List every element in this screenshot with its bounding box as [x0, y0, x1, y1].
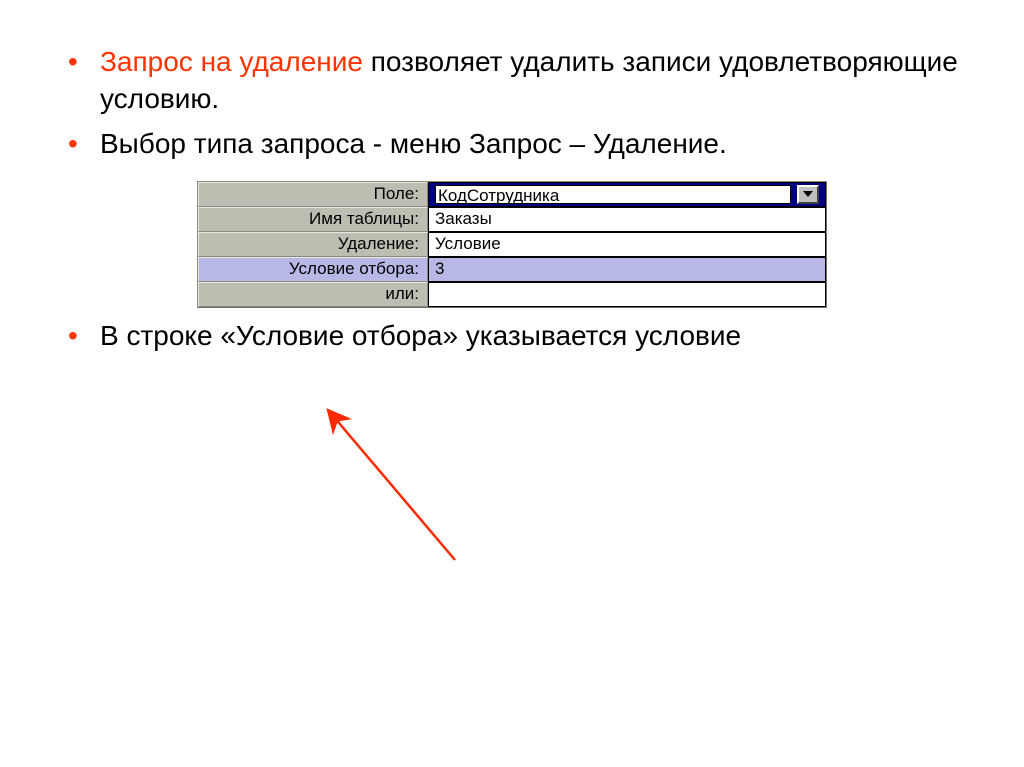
value-or[interactable] [428, 282, 826, 307]
label-delete: Удаление: [198, 232, 428, 257]
value-field-cell[interactable]: КодСотрудника [428, 182, 826, 207]
value-criteria[interactable]: 3 [428, 257, 826, 282]
bullet-item-3: В строке «Условие отбора» указывается ус… [60, 318, 964, 355]
label-criteria: Условие отбора: [198, 257, 428, 282]
label-or: или: [198, 282, 428, 307]
value-delete[interactable]: Условие [428, 232, 826, 257]
value-table[interactable]: Заказы [428, 207, 826, 232]
field-dropdown-button[interactable] [797, 185, 819, 204]
label-table: Имя таблицы: [198, 207, 428, 232]
bullet1-highlight: Запрос на удаление [100, 46, 363, 77]
query-design-grid: Поле: КодСотрудника Имя таблицы: Заказы … [197, 181, 827, 308]
bullet-list-lower: В строке «Условие отбора» указывается ус… [60, 318, 964, 355]
grid-row-table: Имя таблицы: Заказы [198, 207, 826, 232]
grid-row-delete: Удаление: Условие [198, 232, 826, 257]
bullet-item-2: Выбор типа запроса - меню Запрос – Удале… [60, 126, 964, 163]
bullet-item-1: Запрос на удаление позволяет удалить зап… [60, 44, 964, 118]
chevron-down-icon [803, 191, 813, 197]
grid-row-field: Поле: КодСотрудника [198, 182, 826, 207]
field-combo-text[interactable]: КодСотрудника [435, 185, 791, 204]
label-field: Поле: [198, 182, 428, 207]
grid-row-criteria: Условие отбора: 3 [198, 257, 826, 282]
bullet-list: Запрос на удаление позволяет удалить зап… [60, 44, 964, 163]
grid-row-or: или: [198, 282, 826, 307]
annotation-arrow-icon [310, 400, 550, 570]
